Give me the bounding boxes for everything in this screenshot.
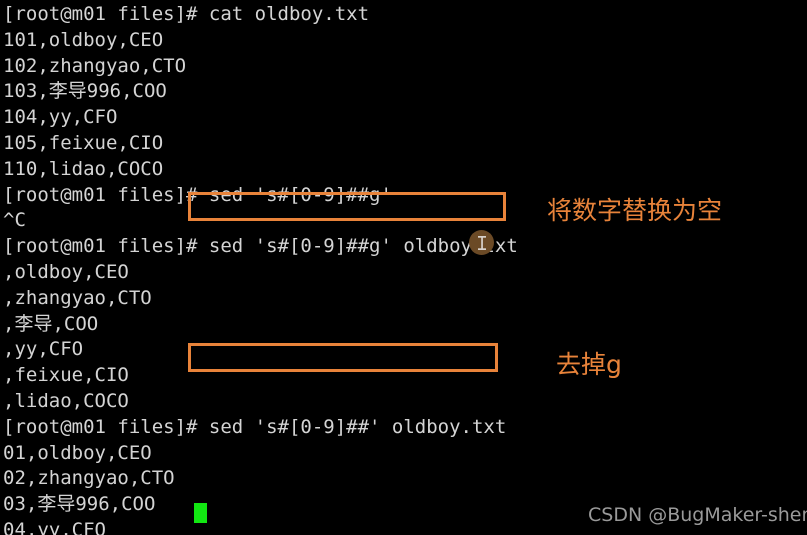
terminal-line: ,oldboy,CEO xyxy=(3,261,129,283)
terminal-line: 02,zhangyao,CTO xyxy=(3,467,175,490)
terminal-line: 105,feixue,CIO xyxy=(3,132,164,154)
terminal-line: ^C xyxy=(3,209,26,232)
terminal-line: ,zhangyao,CTO xyxy=(3,286,152,309)
terminal-line: 101,oldboy,CEO xyxy=(3,28,164,51)
terminal-line: ,lidao,COCO xyxy=(3,390,129,412)
terminal-line: [root@m01 files]# cat oldboy.txt xyxy=(3,3,370,25)
terminal-line: ,yy,CFO xyxy=(3,338,84,361)
terminal-line-command-nog: [root@m01 files]# sed 's#[0-9]##' oldboy… xyxy=(3,415,507,438)
annotation-remove-g: 去掉g xyxy=(556,350,622,379)
terminal-line: 104,yy,CFO xyxy=(3,106,118,129)
terminal-line: ,李导,COO xyxy=(3,312,99,335)
text-cursor-block xyxy=(194,503,207,523)
terminal-line: 102,zhangyao,CTO xyxy=(3,54,187,77)
highlight-box-command-nog xyxy=(188,343,498,372)
terminal-line: [root@m01 files]# sed 's#[0-9]##g' xyxy=(3,183,392,206)
terminal-line: 01,oldboy,CEO xyxy=(3,441,152,464)
terminal-line-command-g: [root@m01 files]# sed 's#[0-9]##g' oldbo… xyxy=(3,235,518,258)
annotation-replace-digits: 将数字替换为空 xyxy=(547,196,723,225)
terminal-screen[interactable]: [root@m01 files]# cat oldboy.txt 101,old… xyxy=(0,0,807,535)
ibeam-cursor-icon xyxy=(469,230,494,255)
watermark: CSDN @BugMaker-shen xyxy=(588,504,807,526)
terminal-line: 04,yy,CFO xyxy=(3,519,106,535)
terminal-line: 103,李导996,COO xyxy=(3,80,167,103)
terminal-line: 03,李导996,COO xyxy=(3,493,156,516)
terminal-line: 110,lidao,COCO xyxy=(3,157,164,180)
terminal-line: ,feixue,CIO xyxy=(3,364,129,387)
